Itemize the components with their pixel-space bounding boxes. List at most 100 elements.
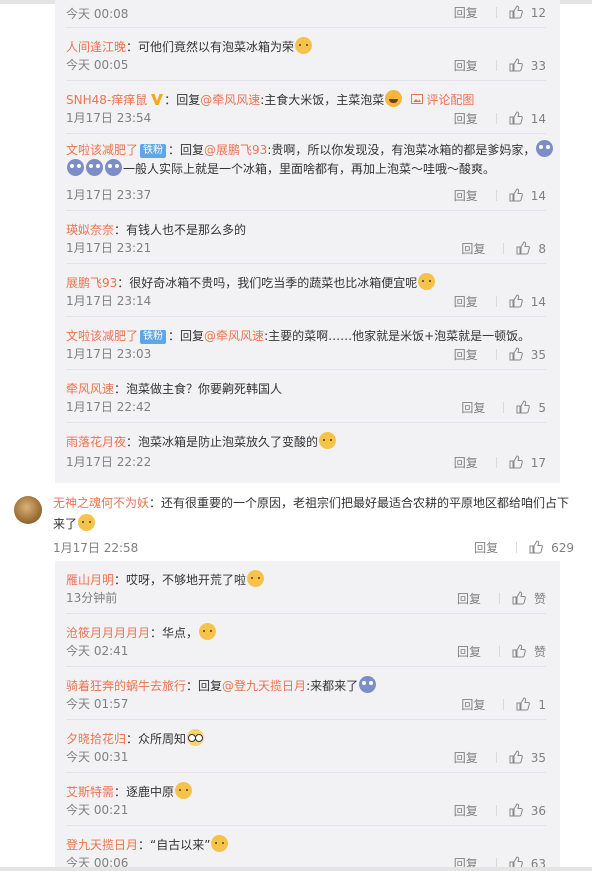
reply-time: 1月17日 23:03 [66,347,152,361]
list-item: 登九天揽日月：“自古以来” 今天 00:06 回复 63 [55,826,560,871]
like-button[interactable]: 14 [509,293,546,311]
like-button[interactable]: 1 [516,696,546,714]
reply-time: 1月17日 22:42 [66,400,152,414]
thumbs-up-icon [516,241,531,255]
reply-actions: 回复 33 [454,57,546,75]
like-button[interactable]: 赞 [512,590,546,608]
reply-button[interactable]: 回复 [454,4,478,22]
reply-button[interactable]: 回复 [474,539,498,556]
mention-link[interactable]: @牵风风速 [200,93,260,107]
reply-text-continued: 一般人实际上就是一个冰箱，里面啥都有，再加上泡菜～哇哦～酸爽。 [123,162,496,176]
reply-button[interactable]: 回复 [454,346,478,364]
reply-text: ：泡菜冰箱是防止泡菜放久了变酸的 [126,435,319,449]
like-button[interactable]: 14 [509,187,546,205]
avatar[interactable] [14,496,42,524]
comment-time: 1月17日 22:58 [53,541,139,555]
thumbs-up-icon [516,400,531,414]
like-button[interactable]: 12 [509,4,546,22]
reply-button[interactable]: 回复 [461,240,485,258]
reply-button[interactable]: 回复 [454,187,478,205]
mention-link[interactable]: @展鹏飞93 [204,143,267,157]
like-button[interactable]: 8 [516,240,546,258]
like-button[interactable]: 14 [509,110,546,128]
cat-emoji-icon [418,273,436,290]
reply-username[interactable]: 文啦该减肥了 [66,329,138,343]
reply-button[interactable]: 回复 [461,696,485,714]
cat-emoji-icon [319,432,337,449]
reply-button[interactable]: 回复 [454,110,478,128]
bottom-edge [0,867,592,871]
list-item: 人间逢江晚：可他们竟然以有泡菜冰箱为荣 今天 00:05 回复 33 [55,28,560,81]
list-item: 雁山月明：哎呀，不够地开荒了啦 13分钟前 回复 赞 [55,561,560,614]
reply-username[interactable]: 牵风风速 [66,382,114,396]
like-button[interactable]: 5 [516,399,546,417]
reply-button[interactable]: 回复 [454,749,478,767]
reply-actions: 回复 14 [454,110,546,128]
reply-username[interactable]: 登九天揽日月 [66,838,138,852]
reply-username[interactable]: 夕晓拾花归 [66,732,126,746]
like-button[interactable]: 629 [529,540,574,555]
reply-text: ：有钱人也不是那么多的 [114,223,247,237]
reply-button[interactable]: 回复 [457,590,481,608]
fan-badge: 铁粉 [140,330,167,344]
reply-username[interactable]: 展鹏飞93 [66,276,117,290]
reply-actions: 回复 36 [454,802,546,820]
list-item: 夕晓拾花归：众所周知 今天 00:31 回复 35 [55,720,560,773]
reply-username[interactable]: SNH48-痒痒鼠 [66,93,147,107]
like-button[interactable]: 35 [509,749,546,767]
cat-emoji-icon [78,514,96,531]
reply-username[interactable]: 人间逢江晚 [66,40,126,54]
mention-link[interactable]: @牵风风速 [204,329,264,343]
reply-actions: 回复 赞 [457,590,546,608]
divider [495,60,497,71]
image-icon [411,94,424,104]
reply-actions: 回复 12 [454,4,546,22]
laughing-emoji-icon [385,90,403,107]
comment-username[interactable]: 无神之魂何不为妖 [53,496,149,510]
fearful-emoji-icon [67,159,84,176]
mention-link[interactable]: @登九天揽日月 [222,679,306,693]
reply-actions: 回复 35 [454,346,546,364]
divider [495,457,497,468]
reply-text: :主要的菜啊……他家就是米饭+泡菜就是一顿饭。 [264,329,531,343]
reply-button[interactable]: 回复 [461,399,485,417]
reply-text: :主食大米饭，主菜泡菜 [260,93,385,107]
reply-button[interactable]: 回复 [454,57,478,75]
reply-text: ：“自古以来” [138,838,211,852]
divider [503,699,505,710]
like-button[interactable]: 33 [509,57,546,75]
reply-username[interactable]: 雁山月明 [66,573,114,587]
reply-username[interactable]: 沧筱月月月月月 [66,626,150,640]
reply-username[interactable]: 雨落花月夜 [66,435,126,449]
reply-prefix: 回复 [180,143,205,157]
reply-button[interactable]: 回复 [457,643,481,661]
divider [498,593,500,604]
reply-username[interactable]: 骑着狂奔的蜗牛去旅行 [66,679,186,693]
divider [495,113,497,124]
reply-username[interactable]: 艾斯特需 [66,785,114,799]
reply-actions: 回复 17 [454,454,546,472]
reply-username[interactable]: 文啦该减肥了 [66,143,138,157]
divider [498,646,500,657]
reply-username[interactable]: 瑛姒奈奈 [66,223,114,237]
like-button[interactable]: 赞 [512,643,546,661]
reply-actions: 回复 5 [461,399,546,417]
list-item: 展鹏飞93：很好奇冰箱不贵吗，我们吃当季的蔬菜也比冰箱便宜呢 1月17日 23:… [55,264,560,317]
pic-comment-link[interactable]: 评论配图 [411,93,474,107]
like-count: 5 [538,401,546,415]
like-button[interactable]: 36 [509,802,546,820]
like-count: 1 [538,698,546,712]
reply-actions: 回复 35 [454,749,546,767]
reply-time: 今天 00:05 [66,58,129,72]
like-button[interactable]: 35 [509,346,546,364]
reply-prefix: 回复 [198,679,223,693]
reply-button[interactable]: 回复 [454,802,478,820]
like-button[interactable]: 17 [509,454,546,472]
thumbs-up-icon [509,188,523,202]
like-count: 17 [530,456,546,470]
cat-emoji-icon [211,835,229,852]
pic-comment-label: 评论配图 [426,93,475,107]
reply-button[interactable]: 回复 [454,454,478,472]
thumbs-up-icon [509,58,523,72]
reply-button[interactable]: 回复 [454,293,478,311]
